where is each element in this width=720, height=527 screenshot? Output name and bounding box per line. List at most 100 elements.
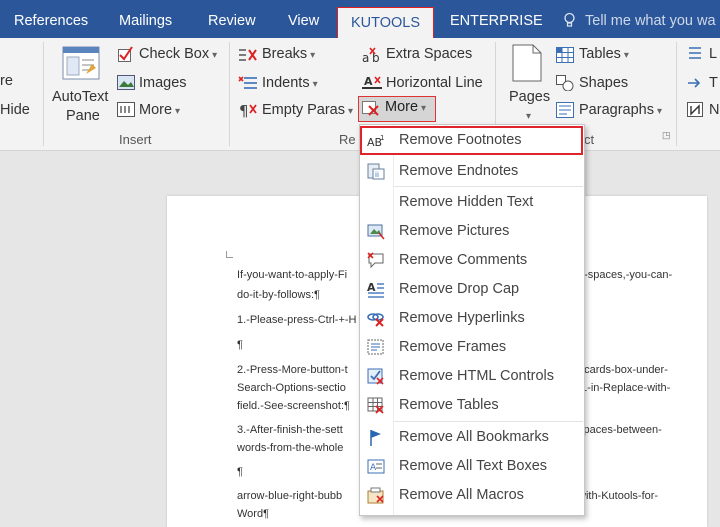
insert-group-label: Insert <box>119 132 152 147</box>
breaks-button[interactable]: Breaks ▾ <box>262 46 315 62</box>
more-remove-button[interactable]: More ▾ <box>358 96 436 122</box>
partial-button-n[interactable]: N <box>709 102 719 118</box>
dialog-launcher-icon[interactable]: ◳ <box>662 130 671 141</box>
group-separator <box>229 42 230 146</box>
page-margin-corner <box>226 251 233 258</box>
menu-item-label: Remove Hidden Text <box>399 194 534 210</box>
tab-mailings[interactable]: Mailings <box>119 0 172 38</box>
comment-icon <box>367 252 384 269</box>
menu-item-remove-frames[interactable]: Remove Frames <box>360 333 584 362</box>
document-text-line: field.-See-screenshot:¶ <box>237 400 350 412</box>
tab-review[interactable]: Review <box>208 0 256 38</box>
menu-item-remove-html-controls[interactable]: Remove HTML Controls <box>360 362 584 391</box>
extra-spaces-button[interactable]: Extra Spaces <box>386 46 472 62</box>
ribbon-tab-bar: References Mailings Review View KUTOOLS … <box>0 0 720 38</box>
menu-item-remove-all-text-boxes[interactable]: A Remove All Text Boxes <box>360 452 584 481</box>
autotext-label-2[interactable]: Pane <box>66 108 100 124</box>
document-text-line: arrow-blue-right-bubb <box>237 490 343 502</box>
autotext-label-1[interactable]: AutoText <box>52 89 108 105</box>
pages-dropdown-caret[interactable]: ▾ <box>526 111 531 122</box>
menu-item-remove-all-macros[interactable]: Remove All Macros <box>360 481 584 510</box>
drop-cap-icon: A <box>367 281 384 298</box>
horizontal-line-icon: A <box>362 75 382 89</box>
tab-kutools[interactable]: KUTOOLS <box>337 7 434 38</box>
menu-item-label: Remove HTML Controls <box>399 368 554 384</box>
macro-icon <box>367 487 384 504</box>
document-text-line-right: spaces-between- <box>578 424 662 436</box>
partial-button-l[interactable]: L <box>709 46 717 62</box>
check-box-button[interactable]: Check Box ▾ <box>139 46 217 62</box>
group-separator <box>43 42 44 146</box>
check-box-icon <box>118 46 133 62</box>
menu-item-remove-hyperlinks[interactable]: Remove Hyperlinks <box>360 304 584 333</box>
document-text-line: 1.-Please-press-Ctrl-+-H <box>237 314 357 326</box>
more-controls-icon <box>117 102 135 117</box>
remove-group-label: Re <box>339 132 356 147</box>
more-insert-button[interactable]: More ▾ <box>139 102 180 118</box>
document-text-line: If-you-want-to-apply-Fi <box>237 269 348 281</box>
menu-item-label: Remove All Text Boxes <box>399 458 548 474</box>
svg-text:1: 1 <box>380 134 384 142</box>
hyperlink-icon <box>367 313 384 327</box>
tab-view[interactable]: View <box>288 0 319 38</box>
indents-button[interactable]: Indents ▾ <box>262 75 318 91</box>
text-box-icon: A <box>367 459 385 474</box>
menu-item-label: Remove Comments <box>399 252 528 268</box>
menu-item-remove-pictures[interactable]: Remove Pictures <box>360 217 584 246</box>
document-text-line-right: with-Kutools-for- <box>578 490 659 502</box>
menu-item-remove-hidden-text[interactable]: Remove Hidden Text <box>360 188 584 217</box>
menu-item-remove-comments[interactable]: Remove Comments <box>360 246 584 275</box>
tell-me-search[interactable]: Tell me what you wa <box>585 0 716 38</box>
menu-item-remove-all-bookmarks[interactable]: Remove All Bookmarks <box>360 423 584 452</box>
pages-icon <box>512 44 542 82</box>
menu-item-label: Remove Footnotes <box>399 132 522 148</box>
menu-item-remove-tables[interactable]: Remove Tables <box>360 391 584 420</box>
menu-item-label: Remove Pictures <box>399 223 510 239</box>
frame-icon <box>367 339 384 355</box>
document-text-line: ¶ <box>237 466 243 478</box>
arrow-list-icon <box>688 78 701 88</box>
lightbulb-icon <box>564 12 575 27</box>
autotext-pane-icon <box>62 46 100 80</box>
partial-button-t[interactable]: T <box>709 75 718 91</box>
menu-item-remove-footnotes[interactable]: AB 1 Remove Footnotes <box>360 126 583 155</box>
pages-button[interactable]: Pages <box>509 89 550 105</box>
select-group-label: ct <box>584 132 595 147</box>
list-icon <box>689 47 701 59</box>
numbering-icon <box>687 102 703 117</box>
paragraphs-select-icon <box>556 102 574 118</box>
html-control-icon <box>367 368 384 385</box>
menu-item-label: Remove Frames <box>399 339 507 355</box>
more-remove-icon <box>362 101 379 116</box>
endnote-icon: ii <box>367 163 385 180</box>
more-remove-label: More ▾ <box>385 99 427 115</box>
document-text-line: Word¶ <box>237 508 269 520</box>
menu-separator <box>394 186 583 187</box>
paragraphs-button[interactable]: Paragraphs ▾ <box>579 102 662 118</box>
hide-button[interactable]: Hide <box>0 102 30 118</box>
document-text-line: do-it-by-follows:¶ <box>237 289 320 301</box>
menu-item-remove-drop-cap[interactable]: A Remove Drop Cap <box>360 275 584 304</box>
document-text-line-right: dcards-box-under- <box>578 364 668 376</box>
empty-paragraph-icon: ¶ <box>239 102 257 118</box>
menu-item-label: Remove All Bookmarks <box>399 429 549 445</box>
extra-spaces-icon: a b <box>362 47 380 64</box>
document-text-line: 2.-Press-More-button-t <box>237 364 348 376</box>
document-text-line: words-from-the-whole <box>237 442 344 454</box>
table-icon <box>367 397 384 414</box>
tab-enterprise[interactable]: ENTERPRISE <box>450 0 543 38</box>
empty-paras-button[interactable]: Empty Paras ▾ <box>262 102 353 118</box>
horizontal-line-button[interactable]: Horizontal Line <box>386 75 483 91</box>
svg-text:A: A <box>370 463 377 473</box>
partial-label-re[interactable]: re <box>0 73 13 89</box>
more-remove-dropdown-menu: AB 1 Remove Footnotes ii Remove Endnotes… <box>359 124 585 516</box>
shapes-button[interactable]: Shapes <box>579 75 628 91</box>
tab-references[interactable]: References <box>14 0 88 38</box>
menu-item-remove-endnotes[interactable]: ii Remove Endnotes <box>360 157 584 186</box>
menu-separator <box>394 421 583 422</box>
bookmark-icon <box>370 430 381 446</box>
indents-icon <box>238 76 257 89</box>
svg-text:¶: ¶ <box>239 102 249 118</box>
tables-button[interactable]: Tables ▾ <box>579 46 629 62</box>
images-button[interactable]: Images <box>139 75 187 91</box>
